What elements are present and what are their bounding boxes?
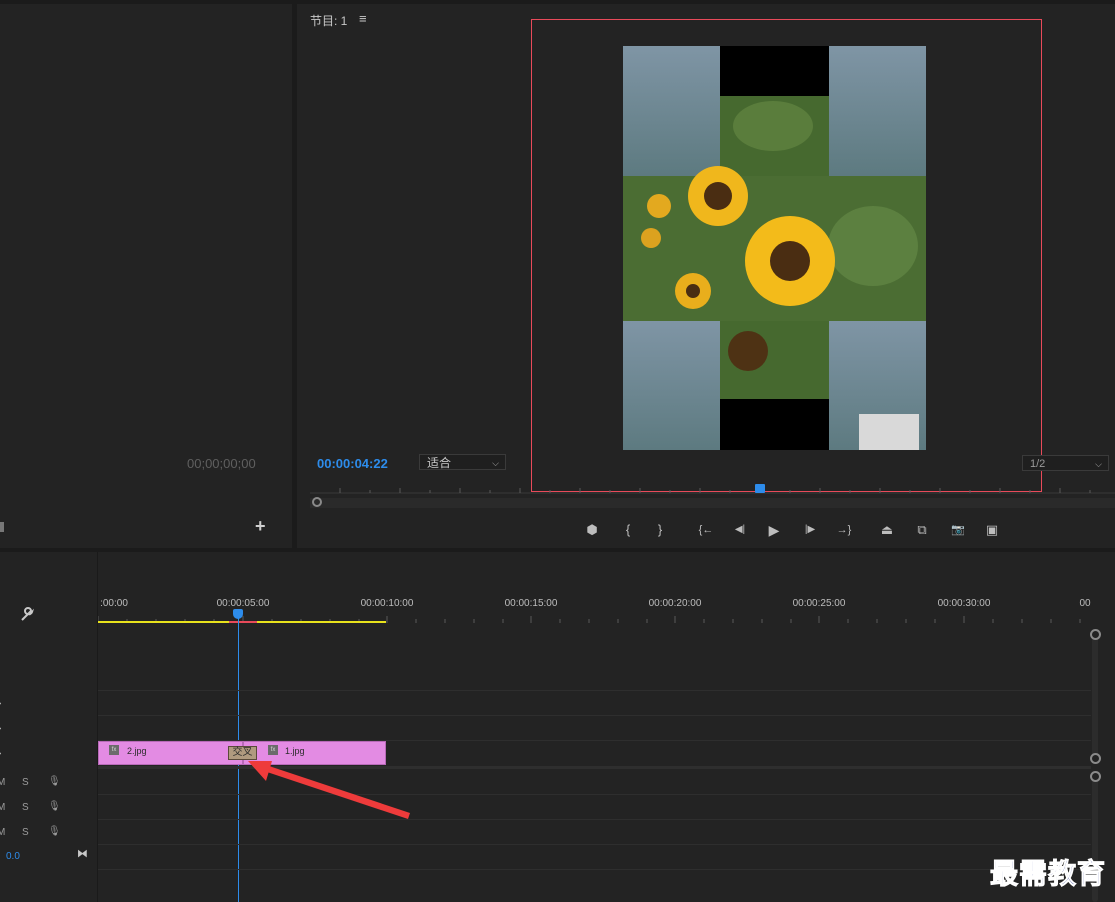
- resolution-dropdown[interactable]: 1/2 ⌵: [1022, 455, 1109, 471]
- source-scroll-handle[interactable]: [0, 522, 4, 532]
- extract-button[interactable]: ⧉: [912, 520, 932, 540]
- export-frame-button[interactable]: 📷: [948, 520, 968, 540]
- add-marker-button[interactable]: ⬢: [582, 520, 602, 540]
- a2-solo-button[interactable]: S: [22, 802, 29, 813]
- ruler-label: 00:00:10:00: [360, 598, 414, 609]
- add-button[interactable]: +: [255, 516, 266, 537]
- v2-toggle-icon[interactable]: ›: [0, 723, 1, 734]
- source-timecode[interactable]: 00;00;00;00: [187, 456, 256, 471]
- a1-solo-button[interactable]: S: [22, 777, 29, 788]
- step-forward-button[interactable]: |▶: [800, 520, 820, 540]
- wrench-icon[interactable]: [19, 607, 35, 623]
- chevron-down-icon: ⌵: [1095, 459, 1102, 469]
- video-tracks-scrollbar[interactable]: [1092, 636, 1098, 761]
- clip-label: 2.jpg: [127, 746, 147, 756]
- render-bar-red: [229, 621, 257, 623]
- ruler-label: 00: [1079, 598, 1091, 609]
- program-playhead[interactable]: [755, 484, 765, 493]
- master-volume-value[interactable]: 0.0: [6, 851, 20, 862]
- ruler-label: 00:00:25:00: [792, 598, 846, 609]
- video-scroll-top-knob[interactable]: [1090, 629, 1101, 640]
- resolution-dropdown-value: 1/2: [1030, 458, 1046, 470]
- master-jump-icon[interactable]: ⧓: [77, 847, 88, 860]
- video-frame: [623, 46, 926, 450]
- a2-mute-button[interactable]: M: [0, 802, 5, 813]
- go-to-in-button[interactable]: {←: [696, 520, 716, 540]
- track-divider: [98, 690, 1091, 691]
- v3-toggle-icon[interactable]: ›: [0, 698, 1, 709]
- program-timecode[interactable]: 00:00:04:22: [317, 456, 388, 471]
- program-mini-ruler[interactable]: [310, 484, 1115, 494]
- panel-menu-icon[interactable]: ≡: [359, 11, 367, 26]
- ruler-label: 00:00:20:00: [648, 598, 702, 609]
- a3-solo-button[interactable]: S: [22, 827, 29, 838]
- watermark-text: 最需教育: [989, 857, 1107, 891]
- ruler-label: 00:00:30:00: [937, 598, 991, 609]
- fit-dropdown[interactable]: 适合 ⌵: [419, 454, 506, 470]
- track-divider: [98, 869, 1091, 870]
- fx-badge-icon: fx: [268, 745, 278, 755]
- zoom-scroll-bar[interactable]: [310, 498, 1115, 508]
- ruler-label: :00:00: [100, 598, 128, 609]
- clip-2-jpg[interactable]: fx 2.jpg: [98, 741, 243, 765]
- annotation-arrow: [248, 761, 410, 819]
- a1-mic-icon[interactable]: 🎙: [48, 776, 61, 787]
- timeline-panel: › › › M S 🎙 M S 🎙 M S 🎙 0.0 ⧓ :00:00 00:…: [0, 552, 1115, 902]
- lift-button[interactable]: ⏏: [877, 520, 897, 540]
- a2-mic-icon[interactable]: 🎙: [48, 801, 61, 812]
- track-divider: [98, 715, 1091, 716]
- video-scroll-bottom-knob[interactable]: [1090, 753, 1101, 764]
- mark-out-button[interactable]: }: [650, 520, 670, 540]
- program-monitor-title[interactable]: 节目: 1: [310, 12, 347, 29]
- source-monitor-panel: 00;00;00;00 +: [0, 4, 292, 548]
- clip-label: 1.jpg: [285, 746, 305, 756]
- zoom-handle[interactable]: [312, 497, 322, 507]
- track-header-column: › › › M S 🎙 M S 🎙 M S 🎙 0.0 ⧓: [0, 552, 98, 902]
- ruler-label: 00:00:15:00: [504, 598, 558, 609]
- audio-scroll-top-knob[interactable]: [1090, 771, 1101, 782]
- play-button[interactable]: ▶: [764, 520, 784, 540]
- compare-view-button[interactable]: ▣: [982, 520, 1002, 540]
- a3-mute-button[interactable]: M: [0, 827, 5, 838]
- a3-mic-icon[interactable]: 🎙: [48, 826, 61, 837]
- v1-toggle-icon[interactable]: ›: [0, 748, 1, 759]
- fit-dropdown-value: 适合: [427, 456, 452, 470]
- chevron-down-icon: ⌵: [492, 458, 499, 468]
- mark-in-button[interactable]: {: [618, 520, 638, 540]
- step-back-button[interactable]: ◀|: [730, 520, 750, 540]
- ruler-label: 00:00:05:00: [216, 598, 270, 609]
- go-to-out-button[interactable]: →}: [834, 520, 854, 540]
- program-monitor-panel: 节目: 1 ≡ 00:00:04:22 适合 ⌵ 1/2 ⌵ ⬢ {} {← …: [297, 4, 1115, 548]
- a1-mute-button[interactable]: M: [0, 777, 5, 788]
- track-divider: [98, 844, 1091, 845]
- fx-badge-icon: fx: [109, 745, 119, 755]
